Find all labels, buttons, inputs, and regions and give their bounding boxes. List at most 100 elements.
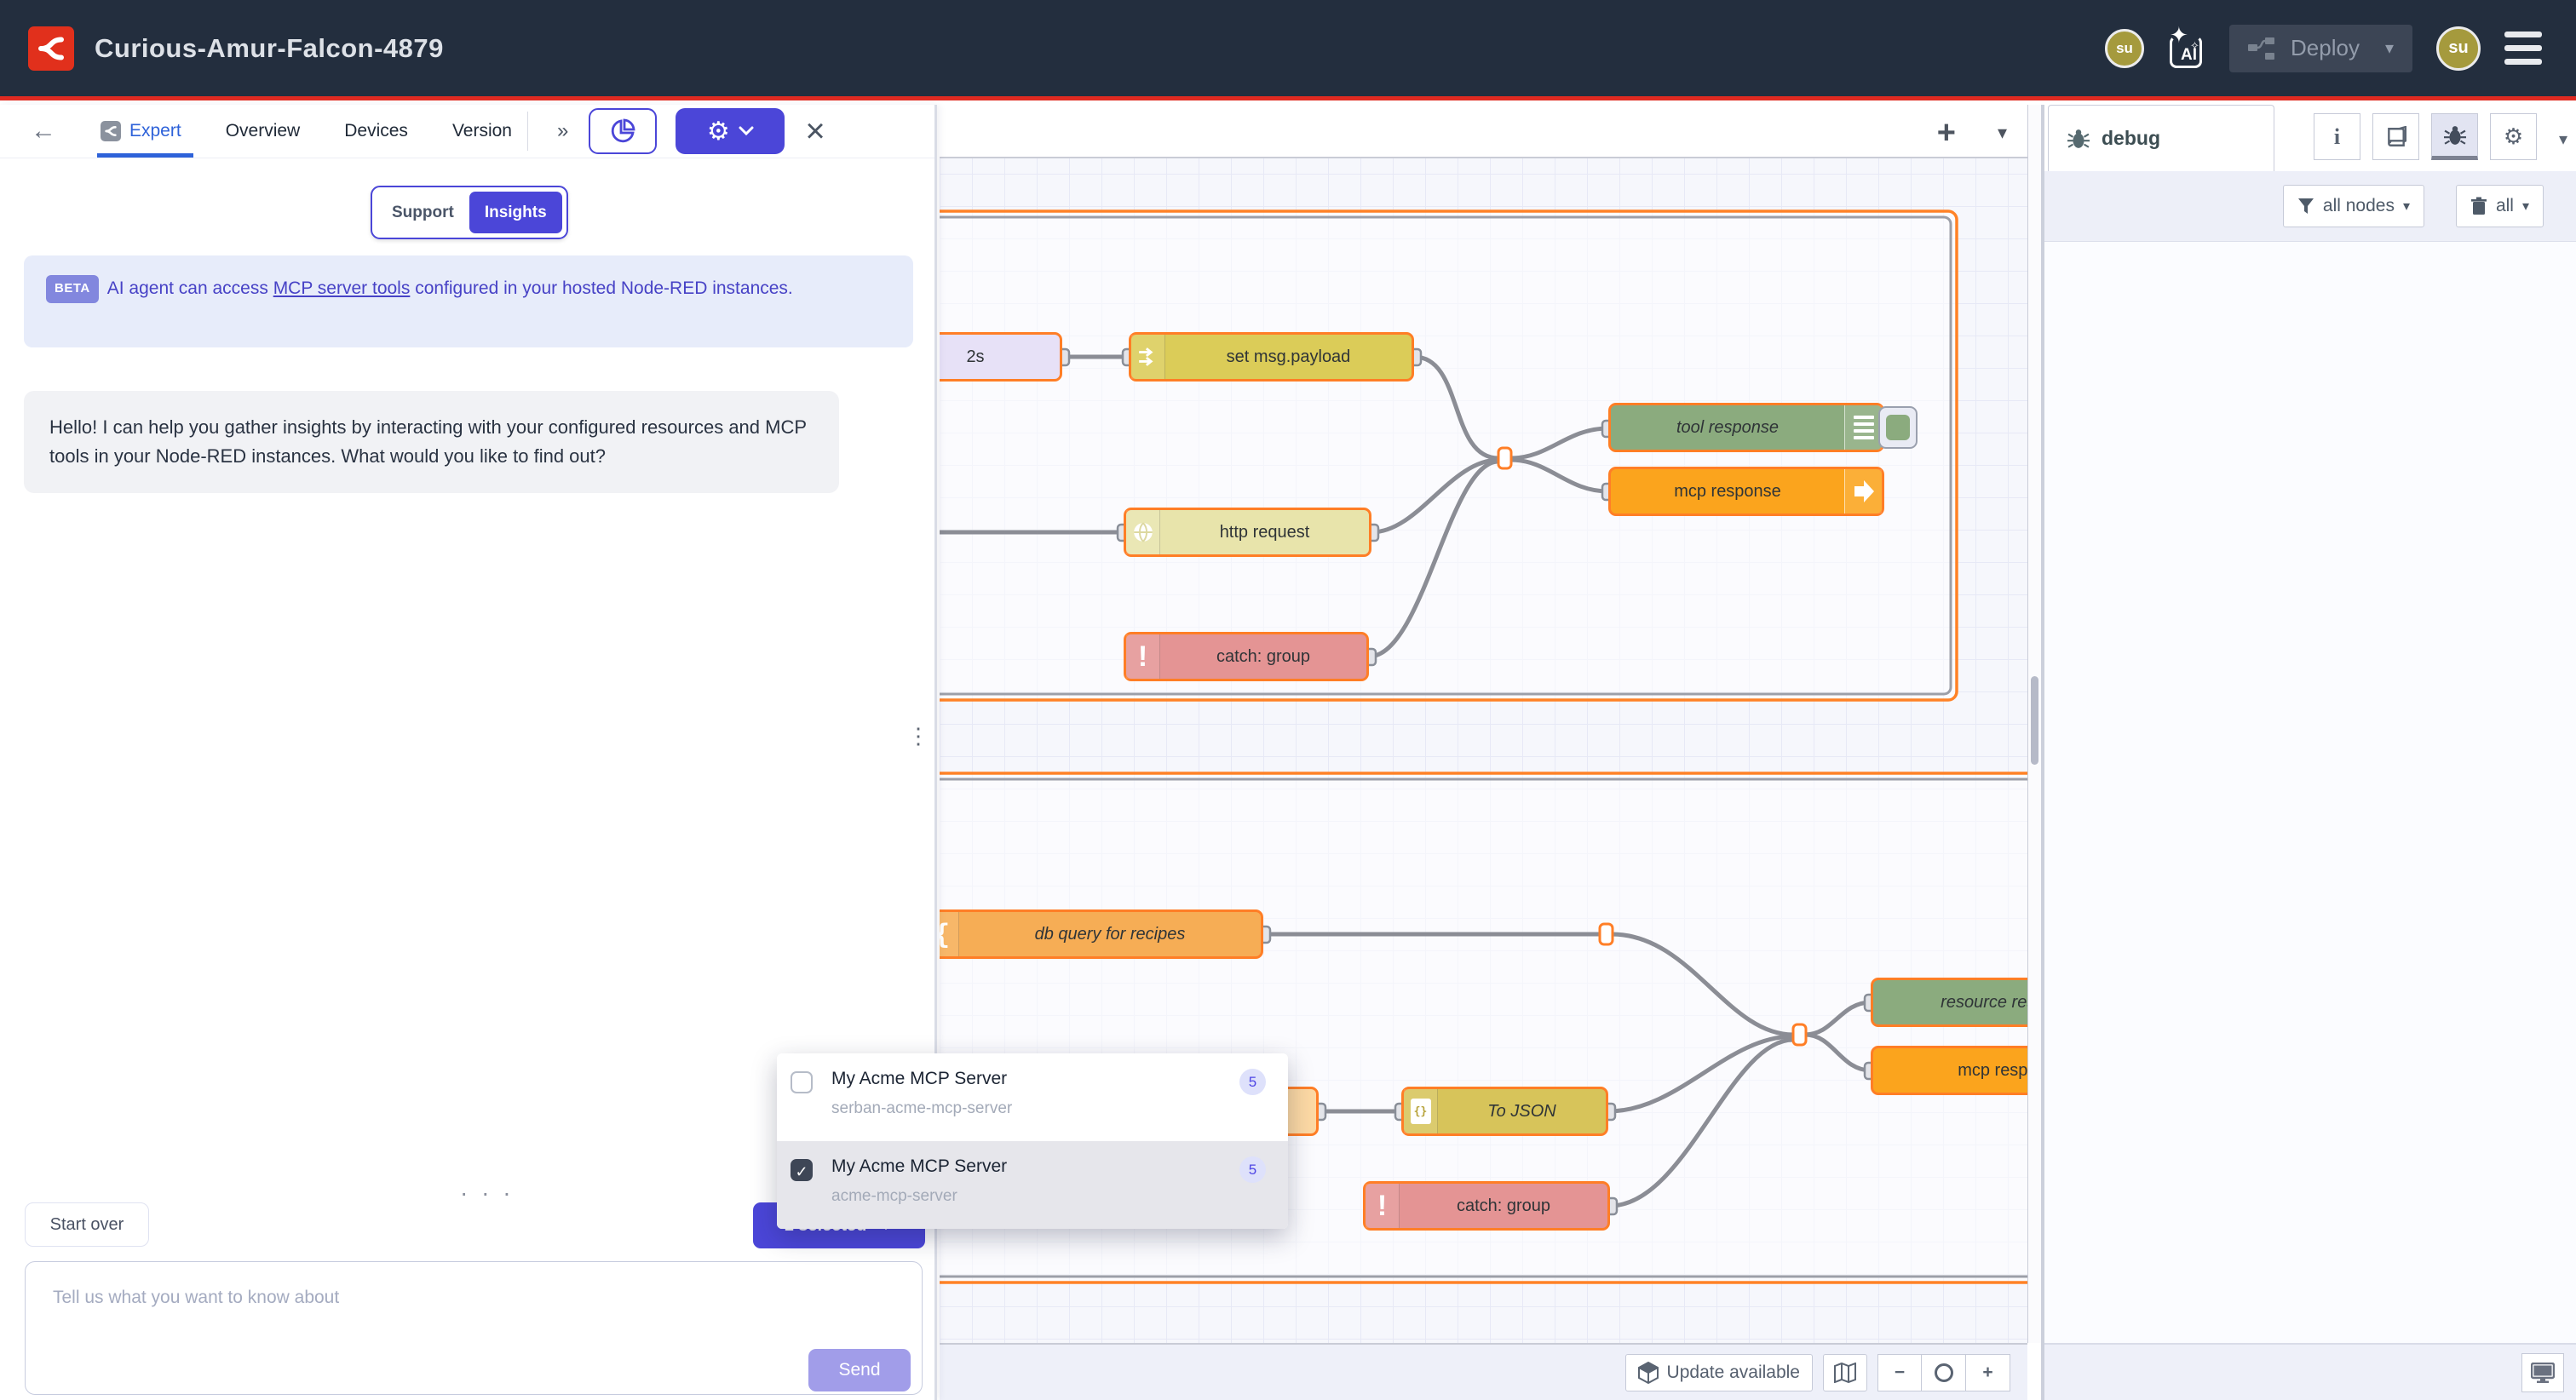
canvas-scrollbar[interactable] bbox=[2027, 105, 2041, 1343]
globe-icon bbox=[1126, 510, 1160, 554]
node-debug-tool-response[interactable]: tool response bbox=[1608, 403, 1884, 452]
panel-resize-handle[interactable]: ⋮ bbox=[907, 726, 929, 745]
toggle-insights[interactable]: Insights bbox=[469, 192, 562, 233]
zoom-in-button[interactable]: + bbox=[1966, 1354, 2010, 1391]
tab-expert[interactable]: Expert bbox=[101, 105, 181, 158]
debug-enable-toggle[interactable] bbox=[1878, 406, 1918, 449]
zoom-reset-button[interactable] bbox=[1922, 1354, 1966, 1391]
mcp-server-option-2[interactable]: ✓ My Acme MCP Server acme-mcp-server 5 bbox=[777, 1141, 1288, 1229]
caret-down-icon: ▾ bbox=[2522, 198, 2529, 215]
zoom-controls[interactable]: − + bbox=[1877, 1354, 2010, 1391]
update-available-button[interactable]: Update available bbox=[1625, 1354, 1813, 1391]
app-header: Curious-Amur-Falcon-4879 su ✦ ✧ AI Deplo… bbox=[0, 0, 2576, 100]
open-debug-window-button[interactable] bbox=[2521, 1353, 2564, 1392]
node-to-json[interactable]: {} To JSON bbox=[1401, 1087, 1608, 1136]
insights-chart-button[interactable] bbox=[589, 108, 657, 154]
zoom-reset-icon bbox=[1935, 1363, 1953, 1382]
tab-overflow-icon[interactable]: » bbox=[557, 119, 568, 143]
info-tab-button[interactable]: i bbox=[2314, 113, 2360, 160]
settings-tab-button[interactable]: ⚙ bbox=[2490, 113, 2537, 160]
node-http-request[interactable]: http request bbox=[1124, 508, 1371, 557]
node-catch-group-1[interactable]: ! catch: group bbox=[1124, 632, 1369, 681]
canvas-status-bar: Update available − + bbox=[940, 1343, 2027, 1400]
node-catch-group-2[interactable]: ! catch: group bbox=[1363, 1181, 1610, 1231]
tool-count-badge: 5 bbox=[1239, 1069, 1266, 1095]
package-icon bbox=[1638, 1362, 1659, 1384]
node-change-set-payload[interactable]: set msg.payload bbox=[1129, 332, 1414, 382]
pie-chart-icon bbox=[610, 118, 635, 144]
mcp-server-dropdown: My Acme MCP Server serban-acme-mcp-serve… bbox=[777, 1053, 1288, 1229]
footer-drag-handle[interactable]: · · · bbox=[460, 1179, 515, 1207]
deploy-button[interactable]: Deploy ▾ bbox=[2229, 25, 2412, 72]
exclamation-icon: ! bbox=[1126, 634, 1160, 679]
tab-version[interactable]: Version bbox=[452, 105, 512, 158]
start-over-button[interactable]: Start over bbox=[25, 1202, 149, 1247]
ai-assistant-icon[interactable]: ✦ ✧ AI bbox=[2168, 27, 2205, 70]
close-panel-button[interactable]: × bbox=[805, 112, 825, 151]
flowfuse-logo-icon[interactable] bbox=[28, 26, 74, 71]
send-button[interactable]: Send bbox=[808, 1349, 911, 1391]
checkbox-checked[interactable]: ✓ bbox=[791, 1159, 813, 1181]
node-mcp-response-top[interactable]: mcp response bbox=[1608, 467, 1884, 516]
template-brace-icon: { bbox=[940, 912, 959, 956]
group-mcp-tools[interactable] bbox=[940, 211, 1957, 700]
beta-banner: BETAAI agent can access MCP server tools… bbox=[24, 255, 913, 347]
clear-messages-button[interactable]: all ▾ bbox=[2456, 185, 2544, 227]
sidebar-bottom-bar bbox=[2044, 1343, 2576, 1400]
bug-icon bbox=[2444, 124, 2466, 146]
scrollbar-thumb[interactable] bbox=[2031, 676, 2038, 765]
main-menu-icon[interactable] bbox=[2504, 32, 2542, 65]
node-delay-2s[interactable]: 2s bbox=[940, 332, 1062, 382]
user-avatar[interactable]: su bbox=[2436, 26, 2481, 71]
debug-tab-button[interactable] bbox=[2431, 113, 2478, 160]
toggle-support[interactable]: Support bbox=[377, 192, 469, 233]
help-tab-button[interactable] bbox=[2372, 113, 2419, 160]
deploy-flow-icon bbox=[2248, 37, 2277, 60]
back-button[interactable]: ← bbox=[31, 117, 56, 146]
tool-count-badge: 5 bbox=[1239, 1156, 1266, 1183]
map-icon bbox=[1834, 1363, 1856, 1383]
assistant-avatar[interactable]: su bbox=[2105, 29, 2144, 68]
checkbox-unchecked[interactable] bbox=[791, 1071, 813, 1093]
chat-input[interactable] bbox=[25, 1261, 923, 1395]
deploy-caret-icon[interactable]: ▾ bbox=[2385, 37, 2394, 59]
chevron-down-icon bbox=[739, 126, 754, 136]
debug-messages-panel[interactable] bbox=[2044, 243, 2576, 1343]
ai-label: AI bbox=[2181, 46, 2197, 65]
flow-tab-bar[interactable]: + ▾ bbox=[940, 105, 2027, 158]
panel-tab-bar: ← Expert Overview Devices Version » ⚙ × bbox=[0, 105, 934, 158]
exclamation-icon: ! bbox=[1366, 1184, 1400, 1228]
tab-debug[interactable]: debug bbox=[2048, 105, 2274, 171]
mcp-server-option-1[interactable]: My Acme MCP Server serban-acme-mcp-serve… bbox=[777, 1053, 1288, 1141]
node-debug-resource-response[interactable]: resource response bbox=[1871, 978, 2027, 1027]
change-icon bbox=[1131, 335, 1165, 379]
mcp-server-tools-link[interactable]: MCP server tools bbox=[273, 278, 411, 298]
caret-down-icon: ▾ bbox=[2403, 198, 2410, 215]
zoom-out-button[interactable]: − bbox=[1877, 1354, 1922, 1391]
mode-toggle: Support Insights bbox=[371, 186, 568, 239]
assistant-greeting-message: Hello! I can help you gather insights by… bbox=[24, 391, 839, 493]
funnel-icon bbox=[2297, 198, 2314, 215]
assistant-settings-button[interactable]: ⚙ bbox=[676, 108, 785, 154]
sidebar-header: debug i ⚙ ▾ bbox=[2044, 105, 2576, 171]
tab-overview[interactable]: Overview bbox=[226, 105, 301, 158]
node-db-query-recipes[interactable]: { db query for recipes bbox=[940, 909, 1263, 959]
filter-nodes-button[interactable]: all nodes ▾ bbox=[2283, 185, 2424, 227]
trash-icon bbox=[2470, 197, 2487, 215]
expert-icon bbox=[101, 121, 121, 141]
debug-sidebar: debug i ⚙ ▾ all nodes ▾ all ▾ bbox=[2041, 105, 2576, 1400]
flow-list-caret-icon[interactable]: ▾ bbox=[1998, 122, 2007, 144]
json-doc-icon: {} bbox=[1404, 1089, 1438, 1133]
add-flow-button[interactable]: + bbox=[1937, 115, 1956, 152]
sidebar-menu-caret-icon[interactable]: ▾ bbox=[2559, 129, 2567, 150]
arrow-right-icon bbox=[1844, 469, 1882, 514]
debug-console-icon bbox=[1844, 405, 1882, 450]
bug-icon bbox=[2067, 128, 2090, 150]
minimap-button[interactable] bbox=[1823, 1354, 1867, 1391]
divider bbox=[527, 112, 528, 151]
tab-devices[interactable]: Devices bbox=[344, 105, 408, 158]
node-mcp-response-bottom[interactable]: mcp response bbox=[1871, 1046, 2027, 1095]
beta-badge: BETA bbox=[46, 275, 99, 303]
debug-filter-row: all nodes ▾ all ▾ bbox=[2044, 171, 2576, 242]
monitor-icon bbox=[2531, 1363, 2555, 1383]
